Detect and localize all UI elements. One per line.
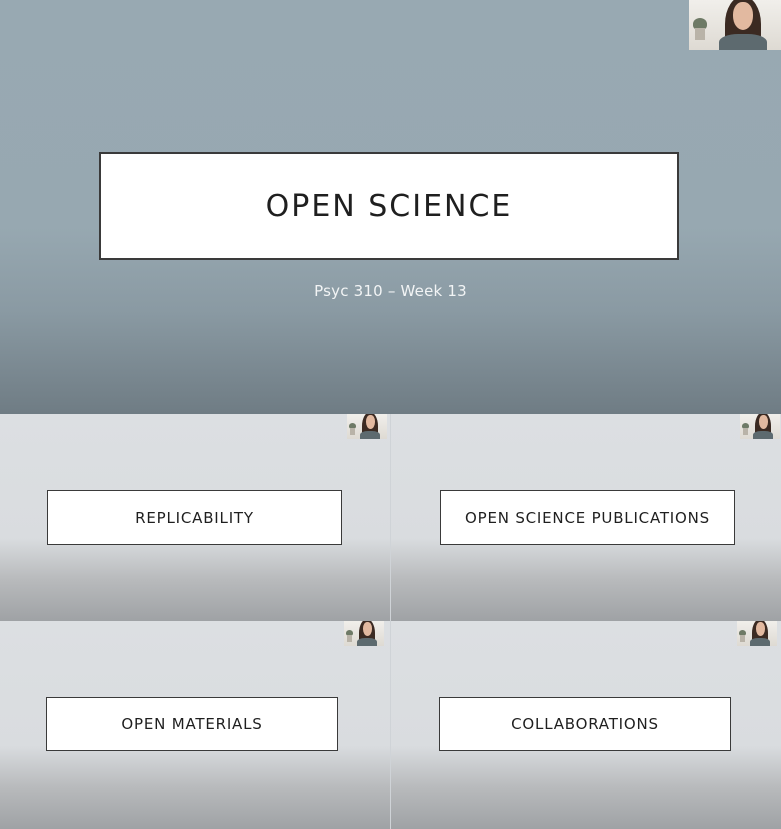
main-title-box: OPEN SCIENCE xyxy=(99,152,679,260)
slide-thumbnail-title: REPLICABILITY xyxy=(135,508,254,527)
slide-title-box: REPLICABILITY xyxy=(47,490,342,545)
slide-thumbnail-open-materials[interactable]: OPEN MATERIALS xyxy=(0,621,390,829)
presenter-webcam-icon xyxy=(347,414,387,439)
main-slide-subtitle: Psyc 310 – Week 13 xyxy=(314,282,467,300)
main-slide[interactable]: OPEN SCIENCE Psyc 310 – Week 13 xyxy=(0,0,781,414)
slide-thumbnail-title: OPEN SCIENCE PUBLICATIONS xyxy=(465,508,710,527)
main-slide-title: OPEN SCIENCE xyxy=(265,188,513,224)
slide-thumbnail-title: COLLABORATIONS xyxy=(511,715,659,733)
presenter-webcam-icon xyxy=(737,621,777,646)
presenter-webcam-icon xyxy=(689,0,781,50)
slide-title-box: COLLABORATIONS xyxy=(439,697,731,751)
slide-title-box: OPEN MATERIALS xyxy=(46,697,338,751)
presenter-webcam-icon xyxy=(740,414,780,439)
slide-thumbnail-replicability[interactable]: REPLICABILITY xyxy=(0,414,390,621)
presenter-webcam-icon xyxy=(344,621,384,646)
slide-thumbnail-open-science-publications[interactable]: OPEN SCIENCE PUBLICATIONS xyxy=(391,414,781,621)
slide-thumbnail-collaborations[interactable]: COLLABORATIONS xyxy=(391,621,781,829)
slide-title-box: OPEN SCIENCE PUBLICATIONS xyxy=(440,490,735,545)
slide-grid-view: OPEN SCIENCE Psyc 310 – Week 13 REPLICAB… xyxy=(0,0,781,829)
slide-thumbnail-title: OPEN MATERIALS xyxy=(121,715,263,733)
